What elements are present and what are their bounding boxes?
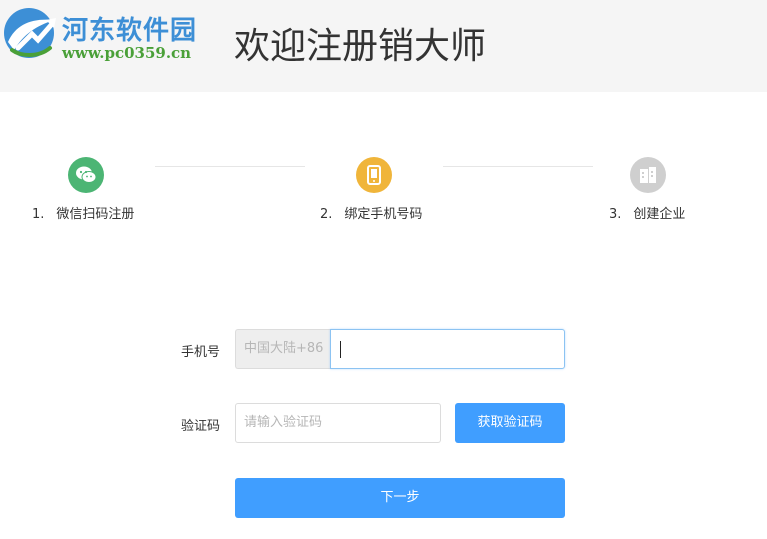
- step-3: 3. 创建企业: [607, 157, 747, 227]
- phone-input[interactable]: [330, 329, 565, 369]
- step-1: 1. 微信扫码注册: [30, 157, 170, 227]
- step-1-text: 微信扫码注册: [56, 207, 135, 222]
- step-2-text: 绑定手机号码: [344, 207, 423, 222]
- logo-mark-icon: [4, 8, 56, 58]
- step-3-label: 3. 创建企业: [609, 203, 685, 222]
- step-2-number: 2.: [320, 207, 333, 222]
- step-2: 2. 绑定手机号码: [318, 157, 458, 227]
- step-3-circle: [630, 157, 666, 193]
- header: 河东软件园 www.pc0359.cn 欢迎注册销大师: [0, 0, 767, 92]
- get-code-button[interactable]: 获取验证码: [455, 403, 565, 443]
- logo-url: www.pc0359.cn: [62, 44, 192, 62]
- wechat-icon: [76, 166, 97, 183]
- page-title: 欢迎注册销大师: [234, 26, 487, 67]
- code-label: 验证码: [181, 419, 221, 434]
- mobile-phone-icon: [367, 165, 381, 185]
- phone-label: 手机号: [181, 345, 221, 360]
- logo-name: 河东软件园: [62, 16, 198, 46]
- step-1-label: 1. 微信扫码注册: [32, 203, 134, 222]
- step-2-circle: [356, 157, 392, 193]
- step-3-text: 创建企业: [633, 207, 686, 222]
- step-1-circle: [68, 157, 104, 193]
- step-2-label: 2. 绑定手机号码: [320, 203, 422, 222]
- next-step-button[interactable]: 下一步: [235, 478, 565, 518]
- logo: 河东软件园 www.pc0359.cn: [2, 4, 212, 66]
- step-connector-1: [155, 166, 305, 167]
- text-caret: [340, 341, 341, 358]
- step-connector-2: [443, 166, 593, 167]
- verification-code-input[interactable]: 请输入验证码: [235, 403, 441, 443]
- building-icon: [640, 167, 656, 183]
- step-3-number: 3.: [609, 207, 622, 222]
- step-1-number: 1.: [32, 207, 45, 222]
- country-code-select[interactable]: 中国大陆+86: [235, 329, 331, 369]
